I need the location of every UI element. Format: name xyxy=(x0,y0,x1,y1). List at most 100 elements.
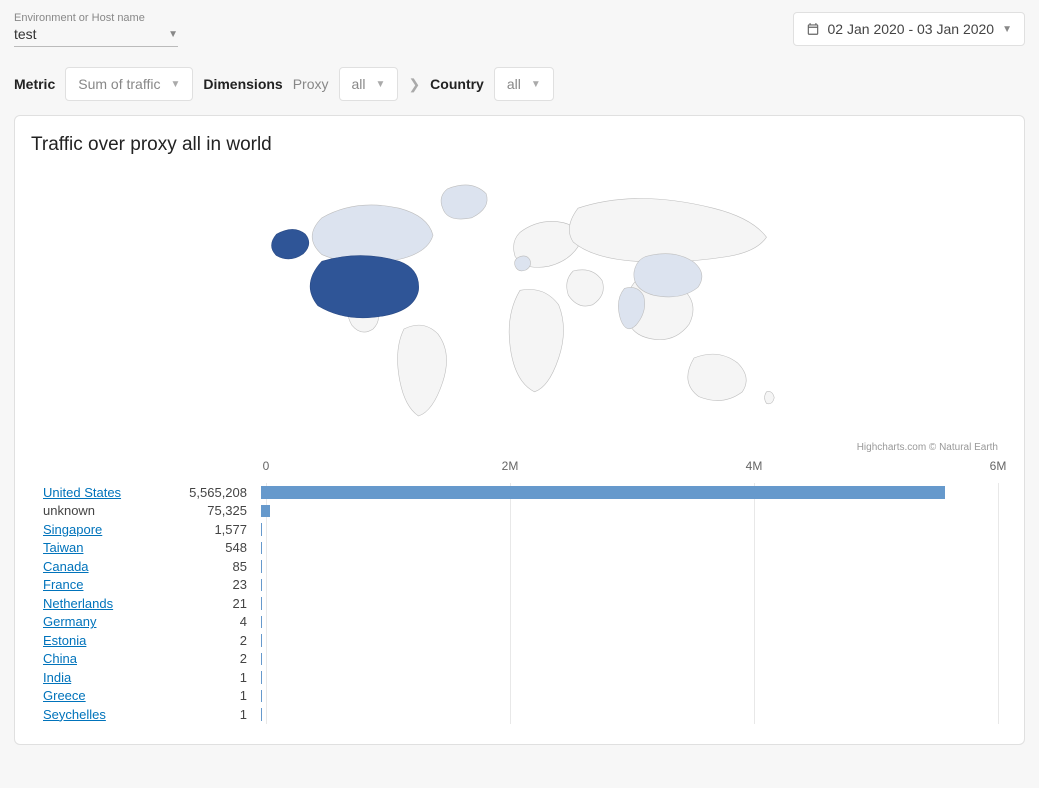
country-link[interactable]: India xyxy=(43,670,71,685)
caret-down-icon: ▼ xyxy=(376,79,386,90)
map-credit: Highcharts.com © Natural Earth xyxy=(31,442,998,453)
country-link[interactable]: Canada xyxy=(43,559,89,574)
caret-down-icon: ▼ xyxy=(168,29,178,40)
proxy-value: all xyxy=(352,76,366,92)
bar-value: 5,565,208 xyxy=(181,485,261,500)
bar-row: Canada 85 xyxy=(31,557,1008,576)
card-title: Traffic over proxy all in world xyxy=(31,134,1008,156)
country-link[interactable]: Germany xyxy=(43,614,96,629)
bar-row: Estonia 2 xyxy=(31,631,1008,650)
country-link[interactable]: Greece xyxy=(43,688,86,703)
chevron-right-icon: ❯ xyxy=(408,76,420,93)
axis-tick: 4M xyxy=(746,459,763,473)
bar-value: 4 xyxy=(181,614,261,629)
bar-row: France 23 xyxy=(31,576,1008,595)
bar-value: 1 xyxy=(181,688,261,703)
bar-row: unknown 75,325 xyxy=(31,502,1008,521)
bar-fill xyxy=(261,542,262,555)
caret-down-icon: ▼ xyxy=(1002,24,1012,35)
traffic-card: Traffic over proxy all in world xyxy=(14,115,1025,745)
bar-rows: United States 5,565,208 unknown 75,325 Singa… xyxy=(31,483,1008,724)
bar-track xyxy=(261,557,998,576)
country-select[interactable]: all ▼ xyxy=(494,67,554,101)
bar-fill xyxy=(261,690,262,703)
bar-fill xyxy=(261,486,945,499)
country-label: Country xyxy=(430,76,484,92)
proxy-select[interactable]: all ▼ xyxy=(339,67,399,101)
bar-track xyxy=(261,539,998,558)
bar-fill xyxy=(261,579,262,592)
date-range-picker[interactable]: 02 Jan 2020 - 03 Jan 2020 ▼ xyxy=(793,12,1025,46)
bar-row: Taiwan 548 xyxy=(31,539,1008,558)
bar-value: 2 xyxy=(181,651,261,666)
axis-tick: 2M xyxy=(502,459,519,473)
bar-row: Seychelles 1 xyxy=(31,705,1008,724)
bar-track xyxy=(261,668,998,687)
caret-down-icon: ▼ xyxy=(170,79,180,90)
bar-value: 1 xyxy=(181,670,261,685)
bar-track xyxy=(261,594,998,613)
country-link[interactable]: Netherlands xyxy=(43,596,113,611)
bar-value: 21 xyxy=(181,596,261,611)
bar-row: Netherlands 21 xyxy=(31,594,1008,613)
bar-track xyxy=(261,502,998,521)
country-link[interactable]: United States xyxy=(43,485,121,500)
world-map[interactable] xyxy=(31,160,1008,440)
bar-axis: 02M4M6M xyxy=(266,459,998,483)
bar-fill xyxy=(261,634,262,647)
bar-value: 75,325 xyxy=(181,503,261,518)
metric-label: Metric xyxy=(14,76,55,92)
world-map-svg xyxy=(230,160,810,440)
bar-fill xyxy=(261,505,270,518)
bar-row: Singapore 1,577 xyxy=(31,520,1008,539)
metric-select[interactable]: Sum of traffic ▼ xyxy=(65,67,193,101)
country-value: all xyxy=(507,76,521,92)
calendar-icon xyxy=(806,22,820,36)
bar-fill xyxy=(261,523,262,536)
axis-tick: 6M xyxy=(990,459,1007,473)
bar-value: 548 xyxy=(181,540,261,555)
country-link[interactable]: France xyxy=(43,577,83,592)
environment-select[interactable]: Environment or Host name test ▼ xyxy=(14,12,178,47)
bar-track xyxy=(261,650,998,669)
caret-down-icon: ▼ xyxy=(531,79,541,90)
bar-track xyxy=(261,631,998,650)
bar-value: 2 xyxy=(181,633,261,648)
country-name: unknown xyxy=(43,503,95,518)
bar-value: 85 xyxy=(181,559,261,574)
bar-row: Greece 1 xyxy=(31,687,1008,706)
bar-row: China 2 xyxy=(31,650,1008,669)
bar-fill xyxy=(261,560,262,573)
environment-label: Environment or Host name xyxy=(14,12,178,24)
metric-value: Sum of traffic xyxy=(78,76,160,92)
bar-fill xyxy=(261,597,262,610)
bar-row: India 1 xyxy=(31,668,1008,687)
axis-tick: 0 xyxy=(263,459,270,473)
proxy-label: Proxy xyxy=(293,76,329,92)
bar-track xyxy=(261,520,998,539)
bar-value: 23 xyxy=(181,577,261,592)
bar-track xyxy=(261,687,998,706)
bar-fill xyxy=(261,708,262,721)
bar-row: United States 5,565,208 xyxy=(31,483,1008,502)
bar-track xyxy=(261,483,998,502)
country-link[interactable]: Seychelles xyxy=(43,707,106,722)
country-link[interactable]: Taiwan xyxy=(43,540,83,555)
bar-track xyxy=(261,613,998,632)
filter-bar: Metric Sum of traffic ▼ Dimensions Proxy… xyxy=(0,47,1039,115)
bar-track xyxy=(261,576,998,595)
bar-fill xyxy=(261,671,262,684)
country-link[interactable]: Singapore xyxy=(43,522,102,537)
bar-row: Germany 4 xyxy=(31,613,1008,632)
bar-value: 1 xyxy=(181,707,261,722)
country-bar-chart: 0 2M 4M 6M United States 5,565,208 unknown 75,… xyxy=(31,459,1008,724)
bar-track xyxy=(261,705,998,724)
dimensions-label: Dimensions xyxy=(203,76,282,92)
bar-fill xyxy=(261,616,262,629)
bar-value: 1,577 xyxy=(181,522,261,537)
country-link[interactable]: China xyxy=(43,651,77,666)
country-link[interactable]: Estonia xyxy=(43,633,86,648)
date-range-value: 02 Jan 2020 - 03 Jan 2020 xyxy=(828,21,995,37)
environment-value: test xyxy=(14,26,37,42)
bar-fill xyxy=(261,653,262,666)
